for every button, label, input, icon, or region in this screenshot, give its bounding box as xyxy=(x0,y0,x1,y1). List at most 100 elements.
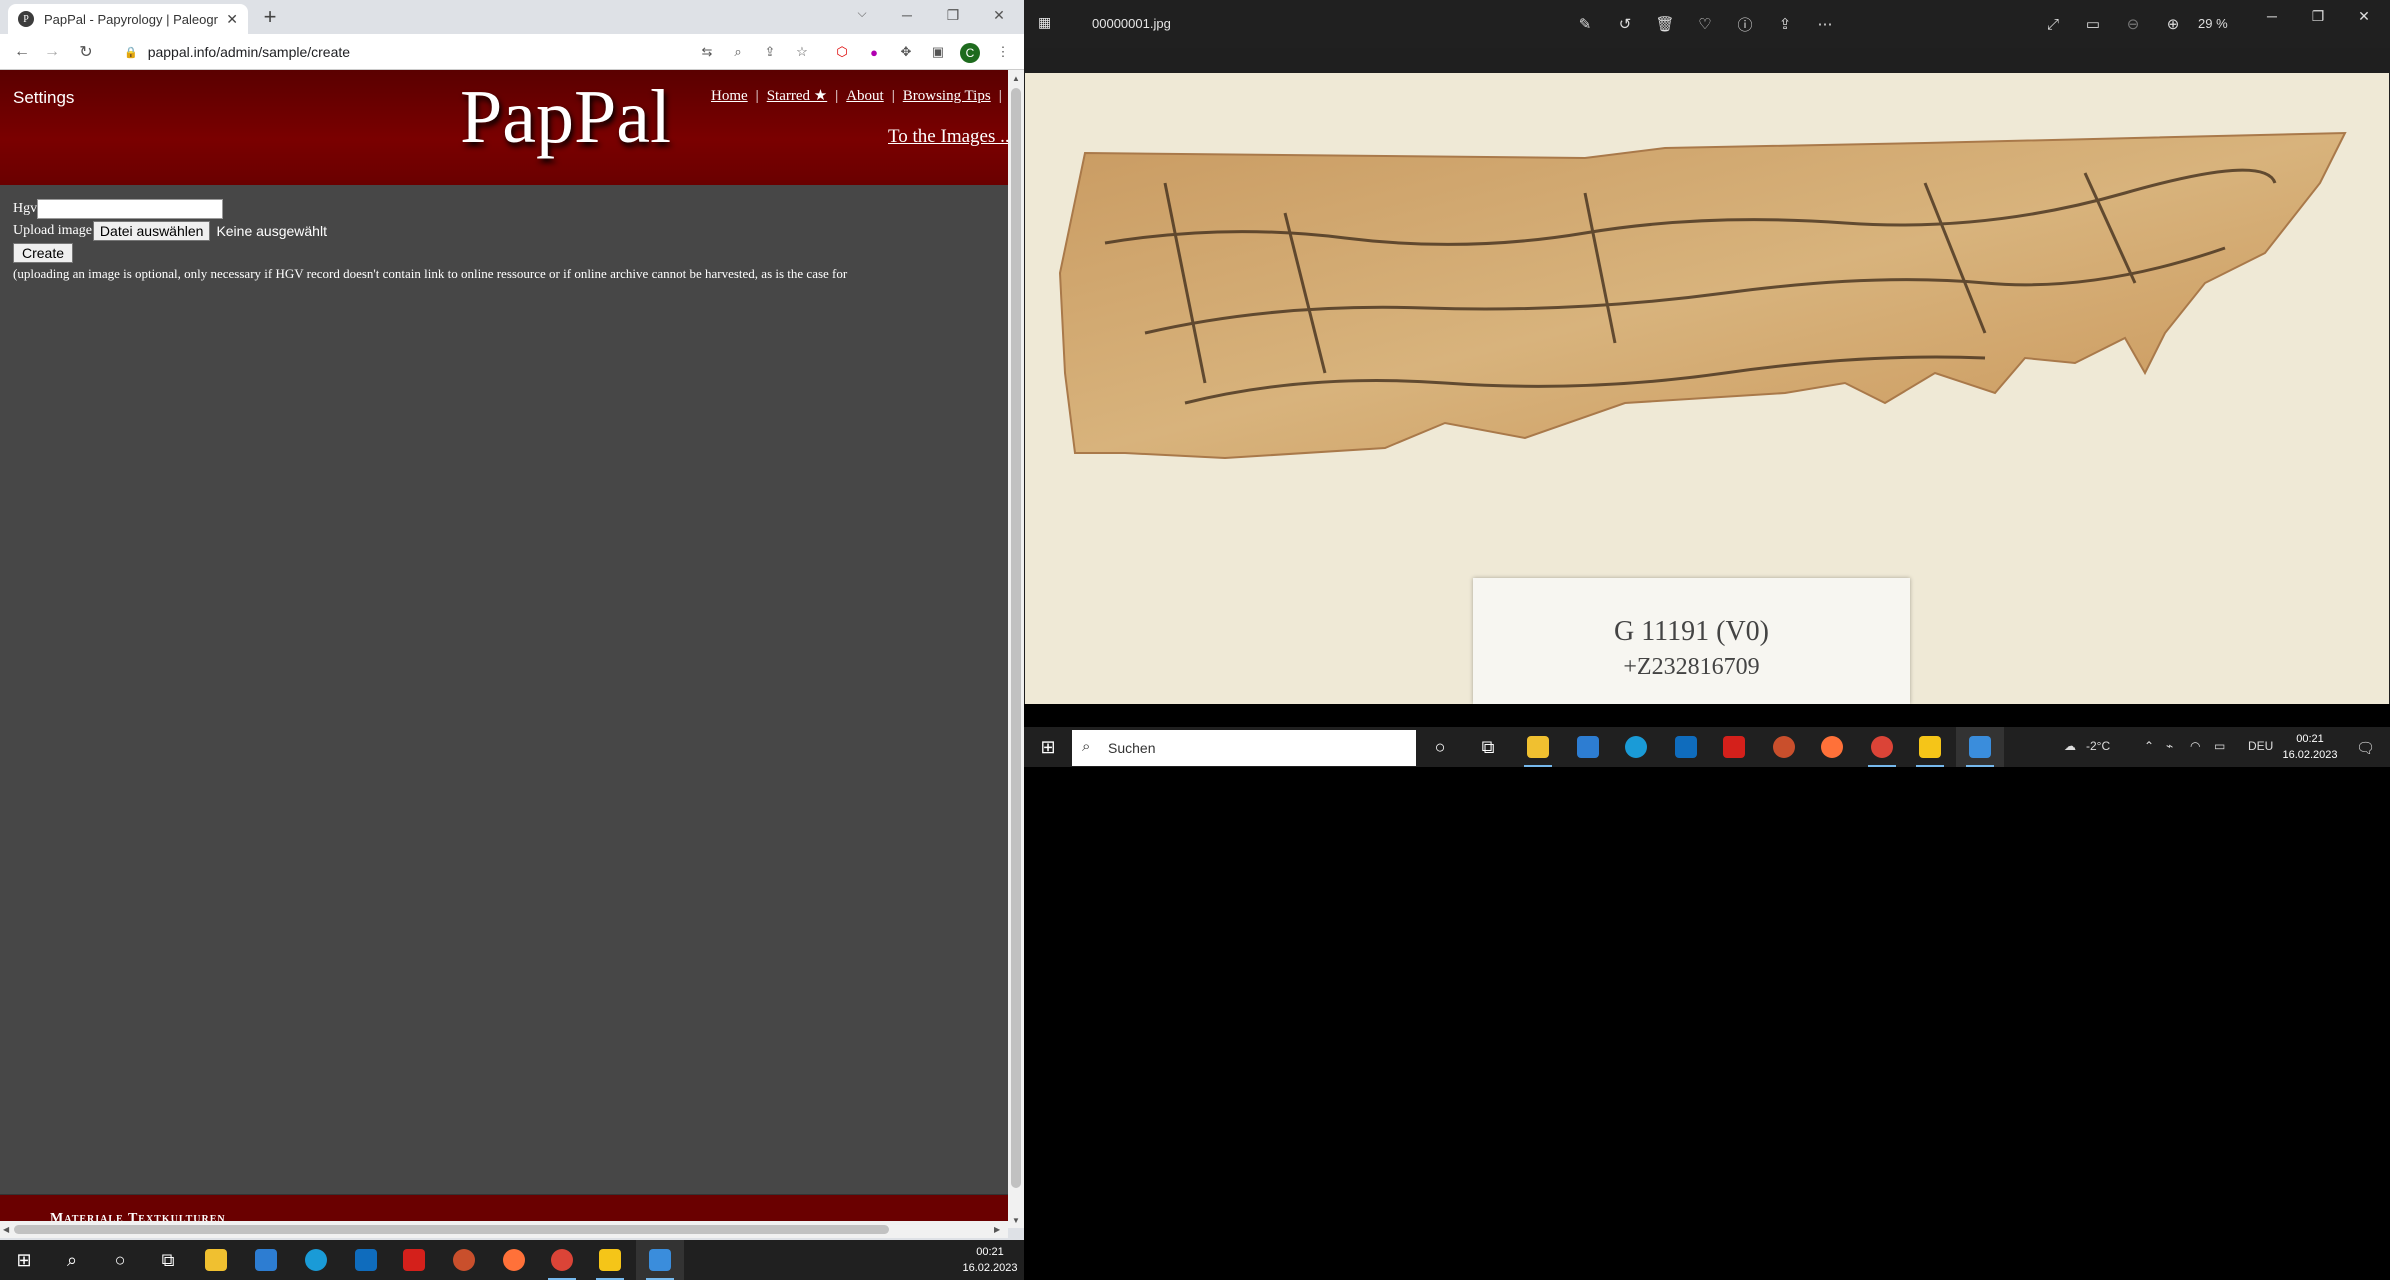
nav-starred[interactable]: Starred ★ xyxy=(767,88,828,104)
tab-search-icon[interactable]: ⌵ xyxy=(850,6,874,26)
more-options-icon[interactable]: ⋯ xyxy=(1813,12,1837,36)
nav-browsing-tips[interactable]: Browsing Tips xyxy=(903,88,991,104)
sticky-icon[interactable] xyxy=(1906,727,1954,767)
taskbar-clock-left[interactable]: 00:21 16.02.2023 xyxy=(960,1244,1020,1276)
vertical-scroll-thumb[interactable] xyxy=(1011,88,1021,1188)
acrobat-icon[interactable] xyxy=(1710,727,1758,767)
wifi-icon[interactable]: ◠ xyxy=(2190,739,2200,753)
profile-avatar[interactable]: C xyxy=(960,43,980,63)
search-icon[interactable]: ⌕ xyxy=(48,1240,96,1280)
horizontal-scroll-thumb[interactable] xyxy=(14,1225,889,1234)
bookmark-star-icon[interactable]: ☆ xyxy=(792,42,812,62)
extension-purple-icon[interactable]: ● xyxy=(864,42,884,62)
site-logo[interactable]: PapPal xyxy=(460,74,671,161)
battery-icon[interactable]: ▭ xyxy=(2214,739,2225,753)
language-indicator[interactable]: DEU xyxy=(2248,739,2273,753)
store-icon[interactable] xyxy=(1564,727,1612,767)
weather-temp[interactable]: -2°C xyxy=(2086,739,2110,753)
hgv-input[interactable] xyxy=(37,199,224,219)
delete-icon[interactable]: 🗑 xyxy=(1653,12,1677,36)
close-window-button[interactable]: ✕ xyxy=(976,0,1022,30)
specimen-label-card: G 11191 (V0) +Z232816709 xyxy=(1473,578,1910,704)
powerpoint-icon[interactable] xyxy=(1760,727,1808,767)
windows-start-icon[interactable]: ⊞ xyxy=(0,1240,48,1280)
translate-icon[interactable]: ⇆ xyxy=(697,42,717,62)
reload-icon[interactable]: ↻ xyxy=(74,40,98,64)
horizontal-scrollbar[interactable]: ◀ ▶ xyxy=(0,1221,1008,1238)
photos-icon[interactable] xyxy=(636,1240,684,1280)
photos-icon[interactable] xyxy=(1956,727,2004,767)
chrome-menu-icon[interactable]: ⋮ xyxy=(993,42,1013,62)
scroll-left-icon[interactable]: ◀ xyxy=(3,1225,9,1234)
taskbar-clock-right[interactable]: 00:21 16.02.2023 xyxy=(2278,731,2342,763)
chrome-icon[interactable] xyxy=(1858,727,1906,767)
back-arrow-icon[interactable]: ← xyxy=(10,40,34,64)
clock-date: 16.02.2023 xyxy=(2282,749,2338,761)
mail-icon[interactable] xyxy=(1662,727,1710,767)
vertical-scrollbar[interactable]: ▲ ▼ xyxy=(1008,70,1024,1228)
powerpoint-icon[interactable] xyxy=(440,1240,488,1280)
photos-minimize-button[interactable]: ─ xyxy=(2252,8,2292,24)
tab-close-icon[interactable]: ✕ xyxy=(226,11,238,28)
firefox-icon[interactable] xyxy=(490,1240,538,1280)
photos-app-icon: ▦ xyxy=(1038,14,1052,30)
address-bar[interactable]: 🔒 pappal.info/admin/sample/create xyxy=(116,38,726,66)
network-icon[interactable]: ⌁ xyxy=(2166,739,2173,753)
rotate-icon[interactable]: ↺ xyxy=(1613,12,1637,36)
taskbar-search-box[interactable]: ⌕ Suchen xyxy=(1072,730,1416,766)
zoom-in-icon[interactable]: ⊕ xyxy=(2161,12,2185,36)
create-button[interactable]: Create xyxy=(13,243,74,263)
scroll-right-icon[interactable]: ▶ xyxy=(994,1225,1000,1234)
to-images-link[interactable]: To the Images ... xyxy=(888,126,1008,148)
photos-close-button[interactable]: ✕ xyxy=(2344,8,2384,25)
upload-note: (uploading an image is optional, only ne… xyxy=(13,266,848,281)
choose-file-button[interactable]: Datei auswählen xyxy=(92,221,211,241)
cortana-icon[interactable]: ○ xyxy=(1416,727,1464,767)
file-explorer-icon[interactable] xyxy=(192,1240,240,1280)
side-panel-icon[interactable]: ▣ xyxy=(928,42,948,62)
photos-restore-button[interactable]: ❐ xyxy=(2298,8,2338,25)
restore-button[interactable]: ❐ xyxy=(930,0,976,30)
file-explorer-icon[interactable] xyxy=(1514,727,1562,767)
zoom-level[interactable]: 29 % xyxy=(2198,16,2228,31)
share-icon[interactable]: ⇪ xyxy=(1773,12,1797,36)
sticky-icon[interactable] xyxy=(586,1240,634,1280)
nav-home[interactable]: Home xyxy=(711,88,748,104)
search-icon: ⌕ xyxy=(1082,738,1091,755)
chrome-icon[interactable] xyxy=(538,1240,586,1280)
cortana-icon[interactable]: ○ xyxy=(96,1240,144,1280)
acrobat-icon[interactable] xyxy=(390,1240,438,1280)
browser-tab[interactable]: P PapPal - Papyrology | Paleograph ✕ xyxy=(8,4,248,34)
zoom-icon[interactable]: ⌕ xyxy=(728,42,748,62)
new-tab-button[interactable]: + xyxy=(258,6,282,30)
photos-toolbar: ▦ 00000001.jpg ✎ ↺ 🗑 ♡ ⓘ ⇪ ⋯ ⤢ ▭ ⊖ ⊕ 29 … xyxy=(1024,0,2390,48)
extension-red-icon[interactable]: ⬡ xyxy=(832,42,852,62)
taskview-icon[interactable]: ⧉ xyxy=(144,1240,192,1280)
store-icon[interactable] xyxy=(242,1240,290,1280)
scroll-up-icon[interactable]: ▲ xyxy=(1012,74,1020,83)
favorite-heart-icon[interactable]: ♡ xyxy=(1693,12,1717,36)
edge-icon[interactable] xyxy=(292,1240,340,1280)
share-icon[interactable]: ⇪ xyxy=(760,42,780,62)
firefox-icon[interactable] xyxy=(1808,727,1856,767)
papyrus-photo[interactable]: G 11191 (V0) +Z232816709 xyxy=(1025,73,2389,704)
tab-title: PapPal - Papyrology | Paleograph xyxy=(44,11,218,27)
fullscreen-icon[interactable]: ⤢ xyxy=(2041,12,2065,36)
edit-image-icon[interactable]: ✎ xyxy=(1573,12,1597,36)
forward-arrow-icon[interactable]: → xyxy=(40,40,64,64)
weather-cloud-icon[interactable]: ☁ xyxy=(2064,739,2076,753)
notification-icon[interactable]: 🗨 xyxy=(2356,739,2375,757)
nav-about[interactable]: About xyxy=(846,88,884,104)
fit-to-window-icon[interactable]: ▭ xyxy=(2081,12,2105,36)
extensions-puzzle-icon[interactable]: ✥ xyxy=(896,42,916,62)
taskview-icon[interactable]: ⧉ xyxy=(1464,727,1512,767)
scroll-down-icon[interactable]: ▼ xyxy=(1012,1216,1020,1225)
info-icon[interactable]: ⓘ xyxy=(1733,12,1757,36)
windows-start-icon[interactable]: ⊞ xyxy=(1024,727,1072,767)
zoom-out-icon[interactable]: ⊖ xyxy=(2121,12,2145,36)
mail-icon[interactable] xyxy=(342,1240,390,1280)
edge-icon[interactable] xyxy=(1612,727,1660,767)
settings-link[interactable]: Settings xyxy=(13,88,74,108)
tray-chevron-icon[interactable]: ⌃ xyxy=(2144,739,2154,753)
minimize-button[interactable]: ─ xyxy=(884,0,930,30)
